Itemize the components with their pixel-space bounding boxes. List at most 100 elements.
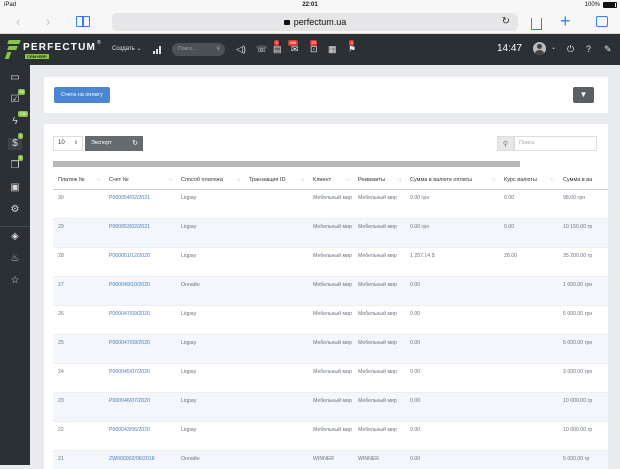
- col-header-rate[interactable]: Курс валюты ↑↓: [499, 172, 558, 190]
- cell-payment-num: 23: [53, 392, 104, 422]
- col-header-invoice-num[interactable]: Счет № ↑↓: [104, 172, 176, 190]
- cell-details: Мебельный мир: [353, 305, 405, 335]
- help-icon[interactable]: ?: [586, 44, 591, 54]
- filter-icon: ▼: [579, 90, 588, 99]
- cell-sum-currency: 0.00: [405, 363, 499, 393]
- cell-rate: 28.00: [499, 247, 558, 277]
- flash-icon[interactable]: ϟ: [8, 116, 22, 128]
- star-icon[interactable]: ☆: [8, 275, 22, 287]
- cell-payment-num: 21: [53, 450, 104, 469]
- table-row[interactable]: 21 ZW000002/06/2018 Онлайн WINNER WINNER 0.00…: [53, 450, 608, 469]
- checklist-icon[interactable]: ☑: [8, 94, 22, 106]
- sidebar-badge-docs: 3: [18, 155, 24, 161]
- cell-transaction-id: [244, 247, 308, 277]
- cell-invoice-num[interactable]: P000045/07/2020: [104, 363, 176, 393]
- reload-icon[interactable]: ↻: [502, 13, 510, 31]
- table-row[interactable]: 24 P000045/07/2020 Liqpay Мебельный мир Мебе…: [53, 363, 608, 393]
- table-header-row: Платеж № ↑↓ Счет № ↑↓ Способ платежа ↑↓ Тра…: [53, 172, 608, 190]
- cell-invoice-num[interactable]: P000046/07/2020: [104, 392, 176, 422]
- search-icon: ⚲: [216, 46, 220, 52]
- money-icon[interactable]: $: [8, 138, 22, 150]
- briefcase-icon[interactable]: ▣: [8, 182, 22, 194]
- cell-payment-num: 24: [53, 363, 104, 393]
- chevron-down-icon[interactable]: ⌄: [551, 44, 556, 51]
- table-row[interactable]: 25 P000047/09/2020 Liqpay Мебельный мир Мебе…: [53, 334, 608, 364]
- sort-icon: ↑↓: [491, 177, 496, 183]
- cell-invoice-num[interactable]: P000043/06/2020: [104, 421, 176, 451]
- calendar-icon[interactable]: ▦: [328, 44, 337, 55]
- global-search-input[interactable]: Поиск... ⚲: [172, 43, 225, 56]
- alerts-badge: 4: [349, 40, 355, 46]
- cell-sum: 1 000.00 грн: [558, 276, 608, 306]
- table-search-input[interactable]: Поиск: [514, 136, 597, 151]
- cell-transaction-id: [244, 305, 308, 335]
- refresh-icon[interactable]: ↻: [132, 136, 138, 151]
- col-header-transaction-id[interactable]: Транзакция ID ↑↓: [244, 172, 308, 190]
- cell-invoice-num[interactable]: P000054/02/2021: [104, 189, 176, 219]
- table-row[interactable]: 26 P000047/09/2020 Liqpay Мебельный мир Мебе…: [53, 305, 608, 335]
- cell-invoice-num[interactable]: P000047/09/2020: [104, 305, 176, 335]
- cell-client: Мебельный мир: [308, 421, 353, 451]
- cell-details: WINNER: [353, 450, 405, 469]
- power-icon[interactable]: ⏻: [567, 44, 574, 55]
- cell-payment-method: Liqpay: [176, 392, 244, 422]
- cell-invoice-num[interactable]: P000049/10/2020: [104, 276, 176, 306]
- cell-payment-num: 29: [53, 218, 104, 248]
- invoices-button[interactable]: Счета на оплату: [54, 87, 110, 103]
- new-tab-icon[interactable]: +: [560, 11, 571, 32]
- monitor-icon[interactable]: ▭: [8, 72, 22, 84]
- export-button[interactable]: Экспорт ↻: [85, 136, 143, 151]
- share-icon[interactable]: [531, 18, 542, 30]
- col-header-details[interactable]: Реквизиты ↑↓: [353, 172, 405, 190]
- per-page-value: 10: [58, 140, 65, 146]
- cell-sum-currency: 0.00: [405, 305, 499, 335]
- cell-invoice-num[interactable]: P000051/12/2020: [104, 247, 176, 277]
- sound-icon[interactable]: ◁): [236, 44, 246, 55]
- gear-icon[interactable]: ⚙: [8, 204, 22, 216]
- per-page-select[interactable]: 10 ⇕: [53, 136, 83, 151]
- table-row[interactable]: 27 P000049/10/2020 Онлайн Мебельный мир Мебе…: [53, 276, 608, 306]
- col-header-payment-num[interactable]: Платеж № ↑↓: [53, 172, 104, 190]
- cell-payment-num: 30: [53, 189, 104, 219]
- cell-sum: 10 000.00 гр: [558, 392, 608, 422]
- tasks-badge: 3: [274, 40, 280, 46]
- layers-icon[interactable]: ◈: [8, 231, 22, 243]
- cell-sum: 5 000.00 грн: [558, 334, 608, 364]
- avatar[interactable]: [533, 42, 546, 55]
- col-header-sum[interactable]: Сумма в ва: [558, 172, 608, 190]
- filter-button[interactable]: ▼: [573, 87, 594, 103]
- table-row[interactable]: 23 P000046/07/2020 Liqpay Мебельный мир Мебе…: [53, 392, 608, 422]
- stats-icon[interactable]: [153, 46, 163, 54]
- cell-invoice-num[interactable]: P000053/02/2021: [104, 218, 176, 248]
- create-menu[interactable]: Создать ⌄: [112, 45, 142, 52]
- forward-icon[interactable]: ›: [46, 14, 50, 29]
- documents-icon[interactable]: ❐: [8, 160, 22, 172]
- cell-sum-currency: 0.00: [405, 421, 499, 451]
- horizontal-scrollbar[interactable]: [53, 161, 520, 167]
- sort-icon: ↑↓: [550, 177, 555, 183]
- address-bar[interactable]: perfectum.ua ↻: [112, 13, 518, 31]
- table-row[interactable]: 28 P000051/12/2020 Liqpay Мебельный мир Мебе…: [53, 247, 608, 277]
- cell-transaction-id: [244, 363, 308, 393]
- table-row[interactable]: 22 P000043/06/2020 Liqpay Мебельный мир Мебе…: [53, 421, 608, 451]
- phone-icon[interactable]: ☏: [256, 44, 267, 55]
- payments-table: Платеж № ↑↓ Счет № ↑↓ Способ платежа ↑↓ Тра…: [53, 172, 608, 469]
- bookmarks-icon[interactable]: [76, 16, 90, 27]
- col-header-payment-method[interactable]: Способ платежа ↑↓: [176, 172, 244, 190]
- wrench-icon[interactable]: ✎: [604, 44, 612, 55]
- global-search-placeholder: Поиск...: [178, 46, 197, 52]
- col-header-client[interactable]: Клиент ↑↓: [308, 172, 353, 190]
- table-row[interactable]: 30 P000054/02/2021 Liqpay Мебельный мир Мебе…: [53, 189, 608, 219]
- search-icon[interactable]: ⚲: [497, 136, 514, 151]
- back-icon[interactable]: ‹: [16, 14, 20, 29]
- cell-payment-num: 28: [53, 247, 104, 277]
- table-row[interactable]: 29 P000053/02/2021 Liqpay Мебельный мир Мебе…: [53, 218, 608, 248]
- cell-rate: 0.00: [499, 218, 558, 248]
- cell-transaction-id: [244, 392, 308, 422]
- tabs-icon[interactable]: [596, 16, 608, 27]
- fire-icon[interactable]: ♨: [8, 253, 22, 265]
- col-header-sum-currency[interactable]: Сумма в валюте оплаты ↑↓: [405, 172, 499, 190]
- cell-payment-num: 22: [53, 421, 104, 451]
- cell-invoice-num[interactable]: ZW000002/06/2018: [104, 450, 176, 469]
- cell-invoice-num[interactable]: P000047/09/2020: [104, 334, 176, 364]
